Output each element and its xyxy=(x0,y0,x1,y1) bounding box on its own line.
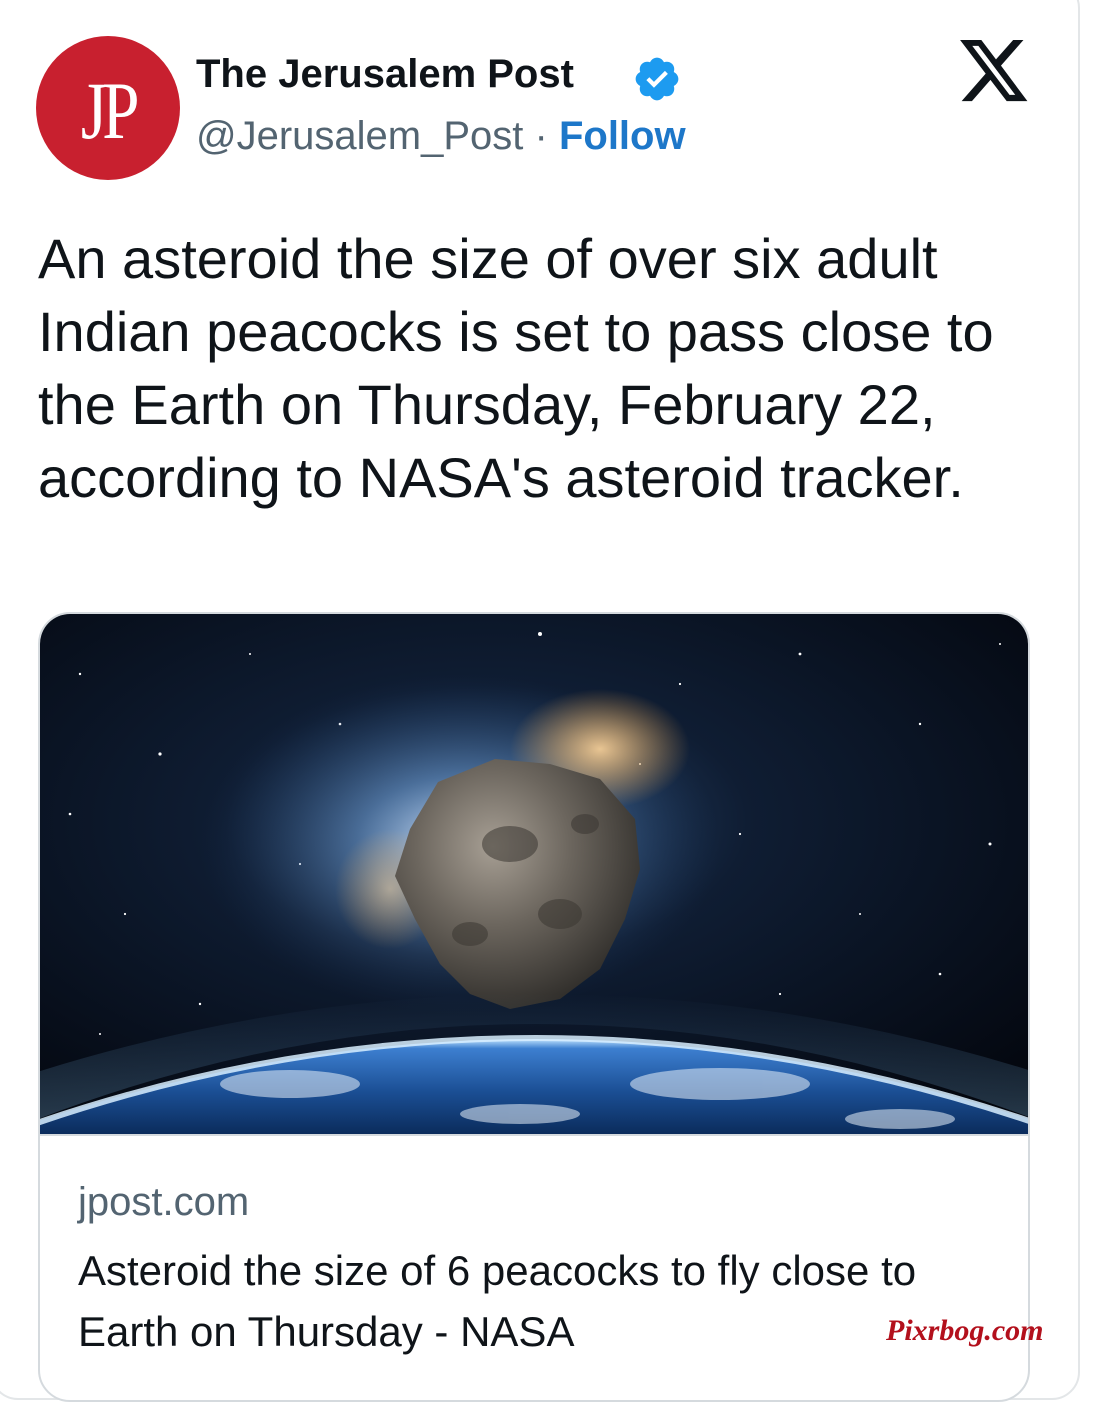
account-handle[interactable]: @Jerusalem_Post xyxy=(196,114,523,158)
link-preview-card[interactable]: jpost.com Asteroid the size of 6 peacock… xyxy=(38,612,1030,1402)
link-domain: jpost.com xyxy=(78,1180,250,1224)
link-title[interactable]: Asteroid the size of 6 peacocks to fly c… xyxy=(78,1240,998,1362)
card-divider xyxy=(40,1134,1028,1136)
handle-row: @Jerusalem_Post · Follow xyxy=(196,114,686,159)
follow-button[interactable]: Follow xyxy=(559,114,686,158)
avatar-logo-text: JP xyxy=(81,65,140,156)
article-image-asteroid-over-earth[interactable] xyxy=(40,614,1030,1134)
avatar[interactable]: JP xyxy=(36,36,180,180)
watermark: Pixrbog.com xyxy=(886,1314,1044,1347)
handle-separator: · xyxy=(523,114,559,158)
tweet-text: An asteroid the size of over six adult I… xyxy=(38,227,994,509)
account-name[interactable]: The Jerusalem Post xyxy=(196,52,574,97)
x-logo-icon[interactable] xyxy=(960,40,1030,104)
verified-badge-icon xyxy=(635,57,679,101)
